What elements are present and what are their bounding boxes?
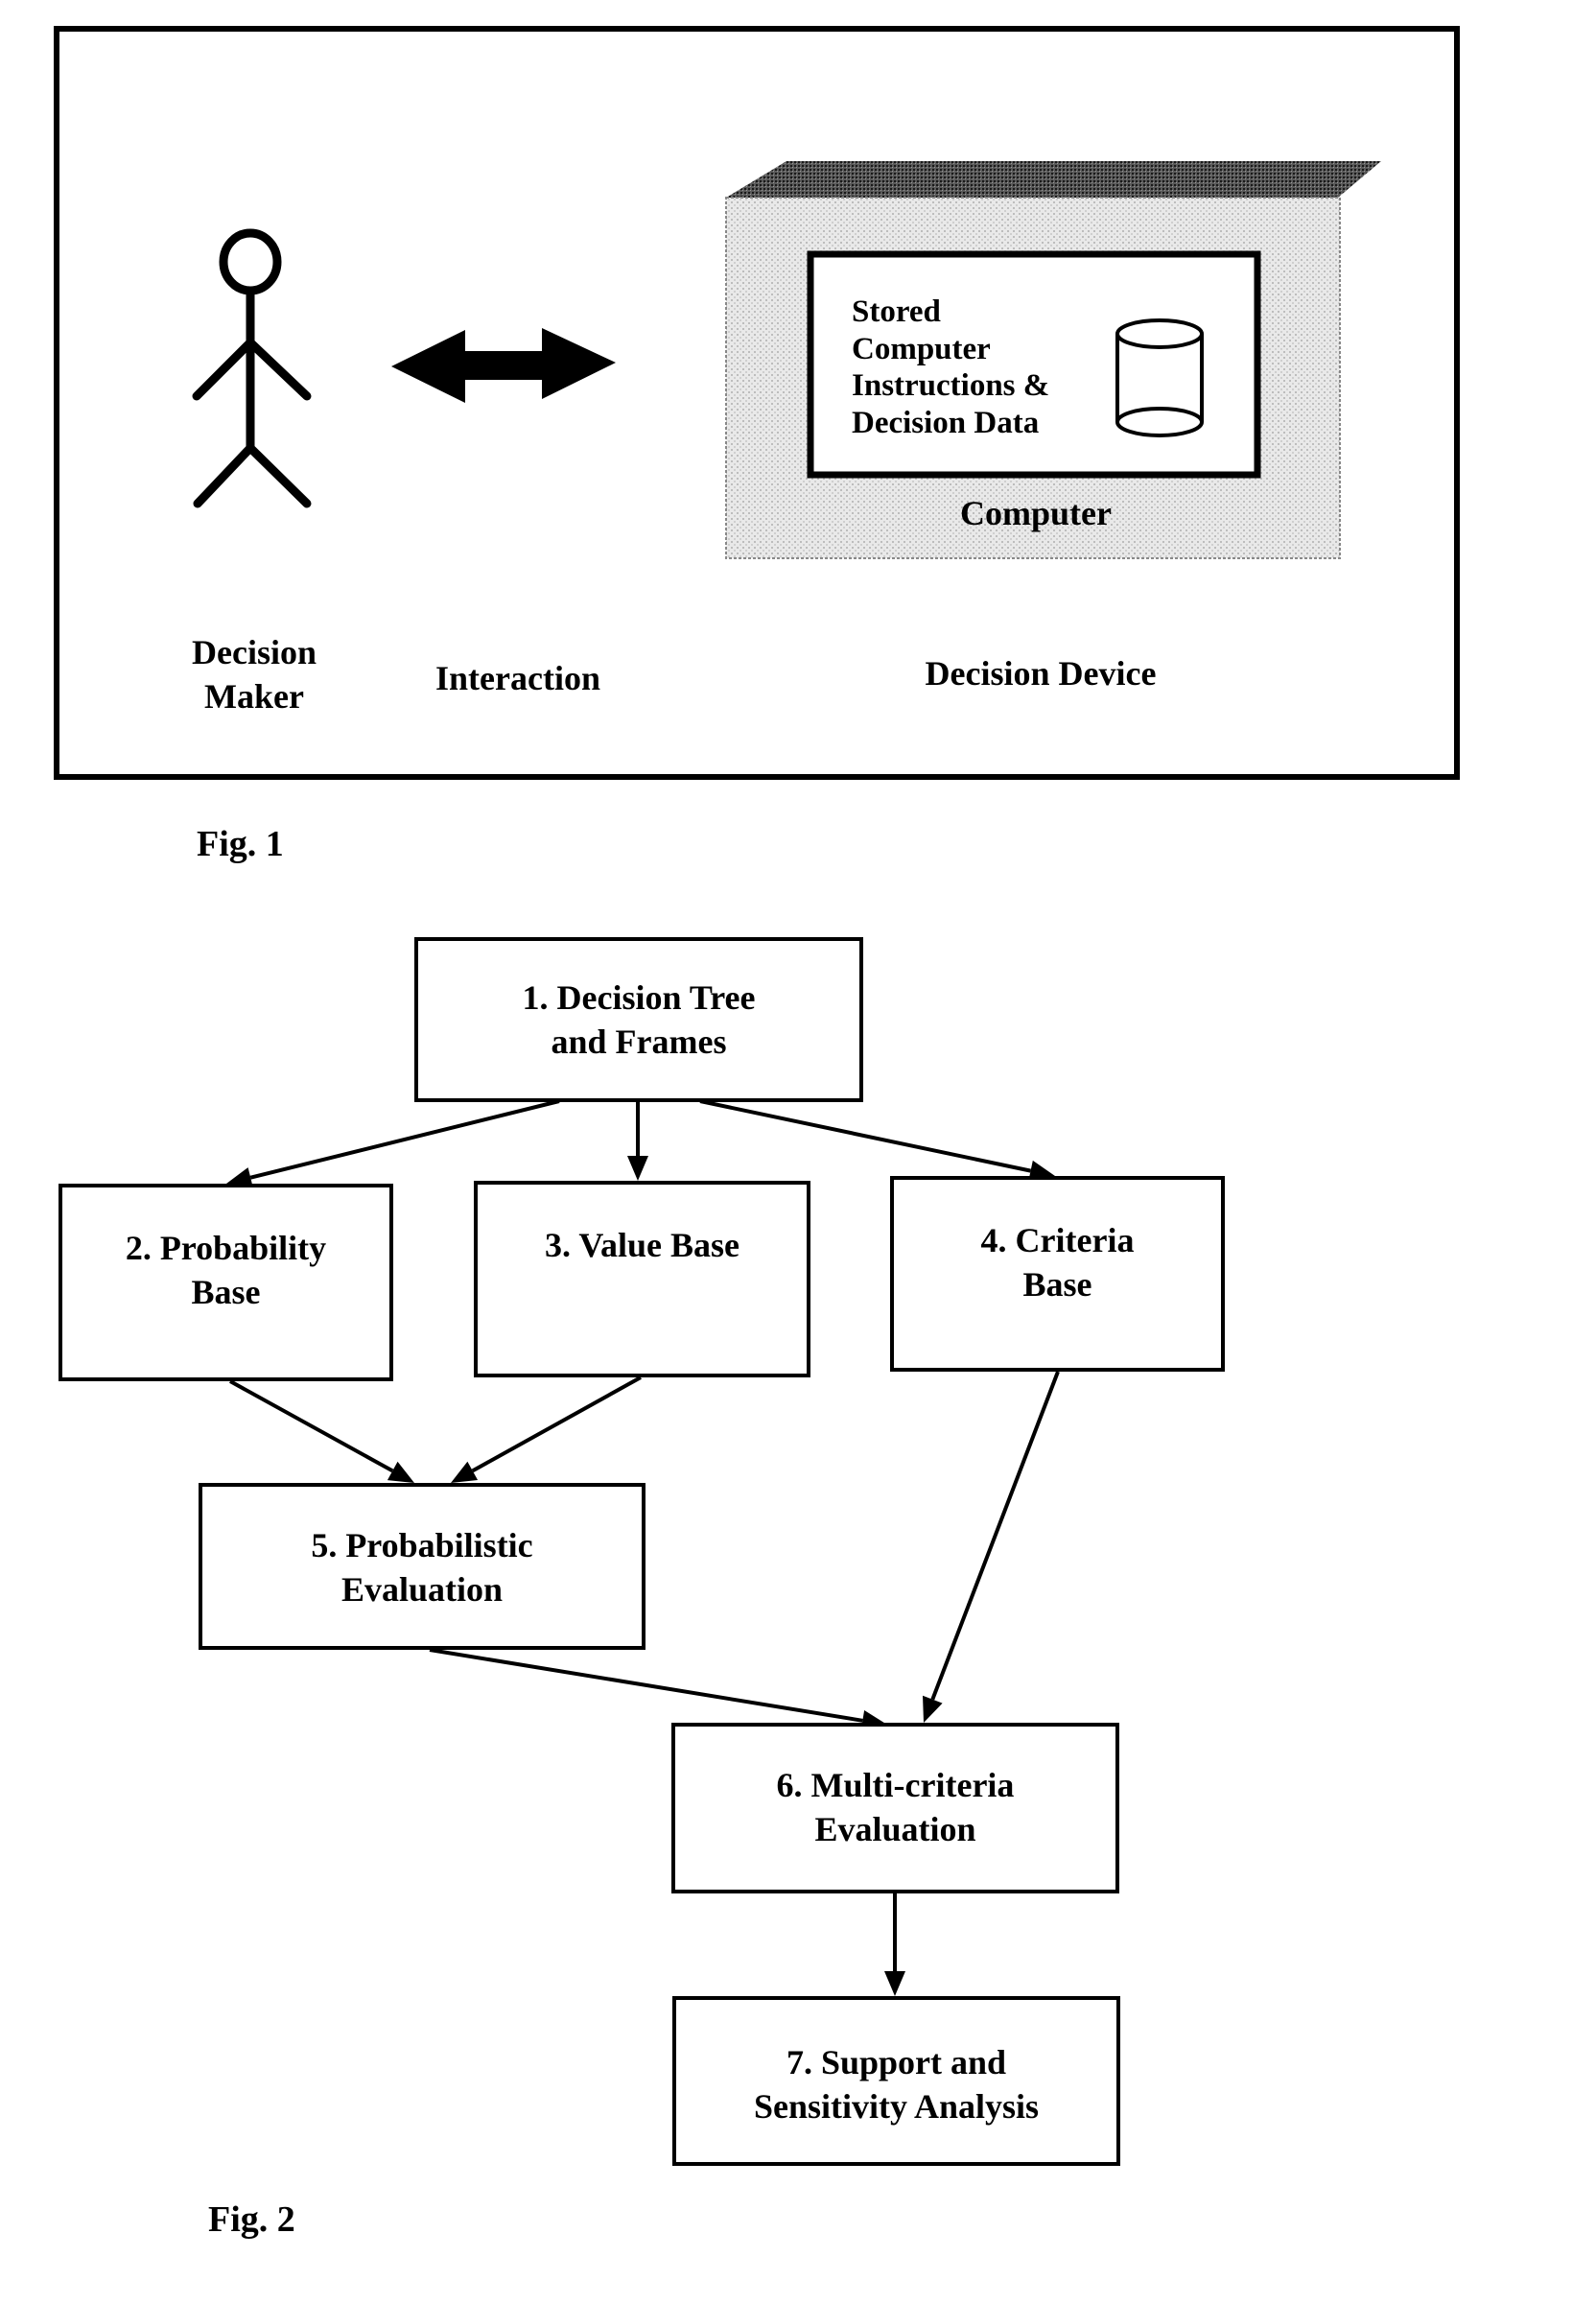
- edge-1-4: [699, 1099, 1031, 1173]
- arrowhead-icon: [923, 1695, 943, 1723]
- node-label: and Frames: [551, 1023, 727, 1061]
- node-label: 1. Decision Tree: [522, 978, 756, 1017]
- node-label: 7. Support and: [786, 2043, 1007, 2081]
- node-2-probability-base[interactable]: 2. Probability Base: [59, 1184, 393, 1381]
- edge-4-6: [930, 1371, 1060, 1701]
- node-label: Evaluation: [340, 1570, 504, 1609]
- edge-2-5: [229, 1379, 394, 1473]
- arrowhead-icon: [884, 1971, 905, 1996]
- node-label: 2. Probability: [125, 1229, 327, 1267]
- node-label: 6. Multi-criteria: [776, 1766, 1015, 1804]
- node-1-decision-tree[interactable]: 1. Decision Tree and Frames: [414, 937, 863, 1102]
- node-7-support-sensitivity-analysis[interactable]: 7. Support and Sensitivity Analysis: [672, 1996, 1120, 2166]
- node-6-multi-criteria-evaluation[interactable]: 6. Multi-criteria Evaluation: [671, 1723, 1119, 1893]
- node-5-probabilistic-evaluation[interactable]: 5. Probabilistic Evaluation: [199, 1483, 645, 1650]
- node-label: 5. Probabilistic: [311, 1526, 533, 1564]
- edge-5-6: [429, 1648, 863, 1723]
- node-label: Sensitivity Analysis: [753, 2087, 1040, 2126]
- node-4-criteria-base[interactable]: 4. Criteria Base: [890, 1176, 1225, 1372]
- node-label: Evaluation: [814, 1810, 976, 1848]
- node-label: Base: [191, 1273, 261, 1311]
- node-label: Base: [1022, 1265, 1092, 1304]
- arrowhead-icon: [627, 1156, 648, 1181]
- node-3-value-base[interactable]: 3. Value Base: [474, 1181, 810, 1377]
- node-label: 4. Criteria: [980, 1221, 1135, 1259]
- node-label: 3. Value Base: [544, 1226, 740, 1264]
- edge-3-5: [471, 1375, 642, 1473]
- edge-1-2: [249, 1099, 560, 1180]
- flow-edges: [226, 1099, 1060, 1996]
- fig2-caption: Fig. 2: [208, 2199, 295, 2240]
